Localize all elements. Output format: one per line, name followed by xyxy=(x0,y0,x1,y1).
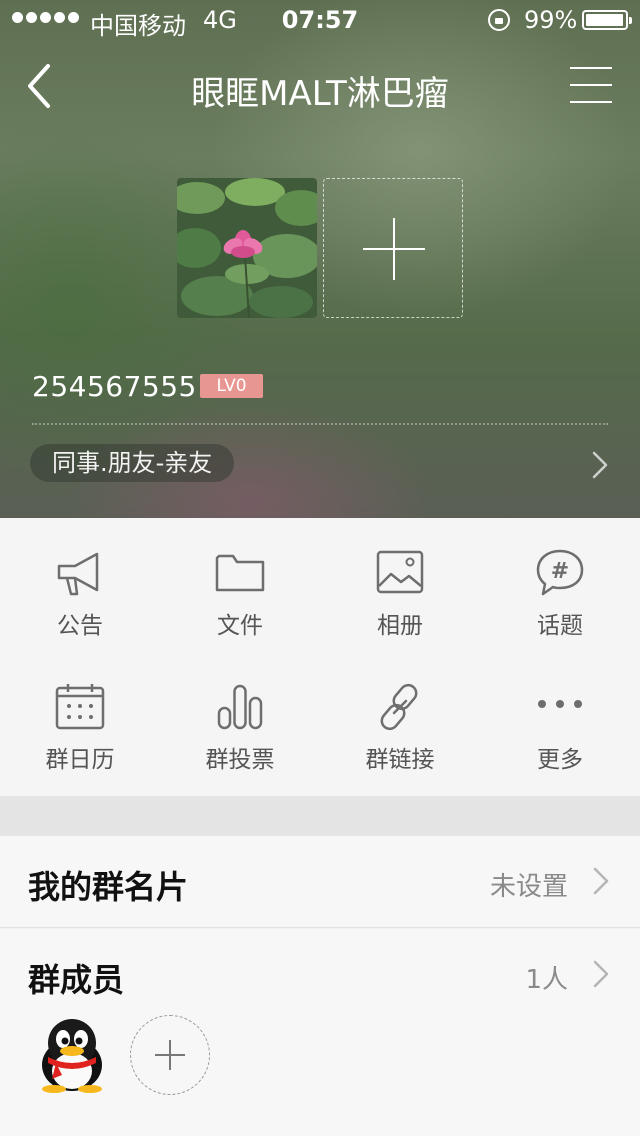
feature-topics[interactable]: # 话题 xyxy=(480,518,640,648)
svg-text:#: # xyxy=(551,559,569,584)
my-group-card-row[interactable]: 我的群名片 未设置 xyxy=(0,836,640,928)
feature-label: 群日历 xyxy=(45,747,115,773)
add-photo-button[interactable] xyxy=(323,178,463,318)
group-members-row[interactable]: 群成员 1人 xyxy=(0,929,640,1136)
group-category-tag[interactable]: 同事.朋友-亲友 xyxy=(30,444,235,482)
rotation-lock-icon xyxy=(488,9,510,31)
feature-more[interactable]: 更多 xyxy=(480,652,640,782)
feature-label: 群链接 xyxy=(365,747,435,773)
feature-announcement[interactable]: 公告 xyxy=(0,518,160,648)
chevron-right-icon xyxy=(593,867,609,895)
photo-album-icon xyxy=(376,550,424,594)
feature-label: 群投票 xyxy=(205,747,275,773)
feature-label: 公告 xyxy=(57,613,103,639)
link-icon xyxy=(380,683,418,731)
chevron-left-icon xyxy=(28,64,50,108)
more-dots-icon xyxy=(538,700,582,708)
calendar-icon xyxy=(55,684,105,730)
battery-percentage: 99% xyxy=(524,6,578,34)
group-header: 中国移动 4G 07:57 99% 眼眶MALT淋巴瘤 254567555 LV… xyxy=(0,0,640,518)
navigation-bar: 眼眶MALT淋巴瘤 xyxy=(0,40,640,132)
back-button[interactable] xyxy=(18,58,68,114)
feature-vote[interactable]: 群投票 xyxy=(160,652,320,782)
feature-grid: 公告 文件 相册 # 话题 群日历 群投票 群链接 更多 xyxy=(0,518,640,796)
feature-files[interactable]: 文件 xyxy=(160,518,320,648)
menu-button[interactable] xyxy=(566,64,616,108)
battery-icon xyxy=(582,10,632,30)
row-title: 群成员 xyxy=(28,961,125,999)
feature-album[interactable]: 相册 xyxy=(320,518,480,648)
chevron-right-icon[interactable] xyxy=(586,450,612,480)
row-title: 我的群名片 xyxy=(28,868,189,906)
lotus-photo-image xyxy=(177,178,317,318)
feature-label: 更多 xyxy=(537,747,583,773)
group-id: 254567555 xyxy=(32,370,197,403)
member-count: 1人 xyxy=(525,965,568,995)
feature-calendar[interactable]: 群日历 xyxy=(0,652,160,782)
status-bar: 中国移动 4G 07:57 99% xyxy=(0,0,640,40)
group-photo-lotus[interactable] xyxy=(177,178,317,318)
page-title: 眼眶MALT淋巴瘤 xyxy=(191,74,449,114)
bar-chart-icon xyxy=(217,684,263,730)
row-value: 未设置 xyxy=(489,872,568,902)
megaphone-icon xyxy=(57,552,99,596)
divider xyxy=(32,423,608,425)
level-badge: LV0 xyxy=(200,374,263,398)
section-gap xyxy=(0,796,640,836)
feature-link[interactable]: 群链接 xyxy=(320,652,480,782)
avatar[interactable] xyxy=(32,1013,112,1093)
add-member-button[interactable] xyxy=(130,1015,210,1095)
menu-icon xyxy=(570,67,612,69)
folder-icon xyxy=(215,554,265,592)
chevron-right-icon xyxy=(593,960,609,988)
feature-label: 相册 xyxy=(377,613,423,639)
feature-label: 文件 xyxy=(217,613,263,639)
feature-label: 话题 xyxy=(537,613,583,639)
topic-hashtag-icon: # xyxy=(536,549,584,596)
